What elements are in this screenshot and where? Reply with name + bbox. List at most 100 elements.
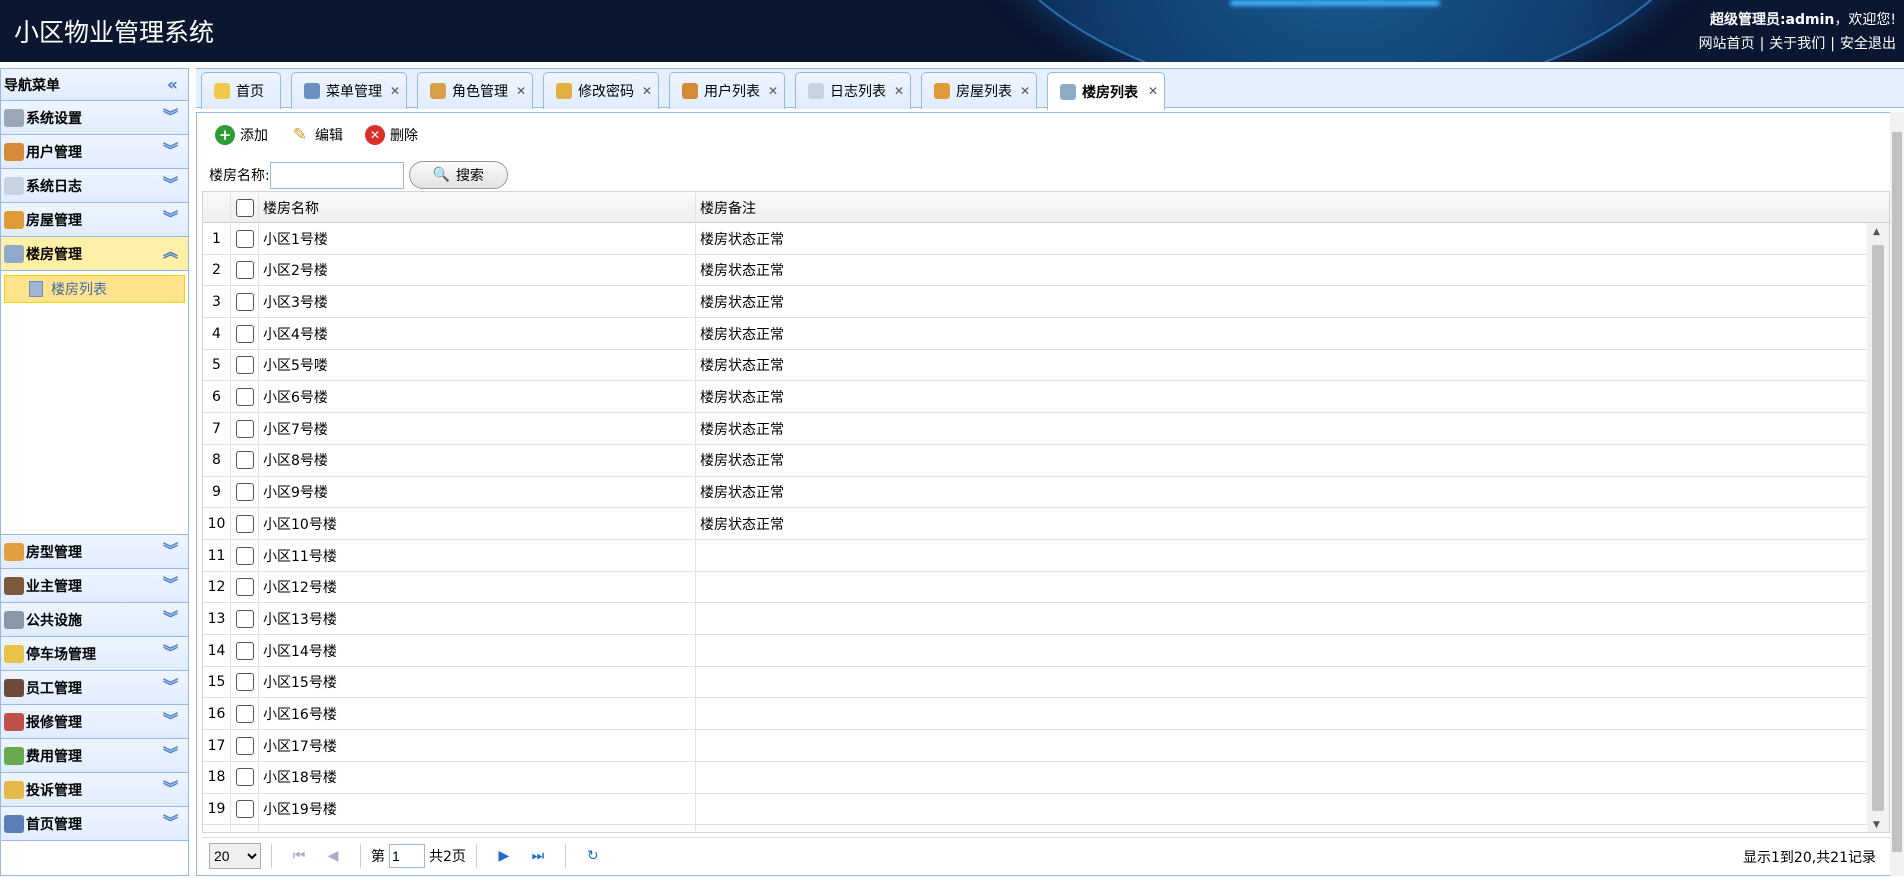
row-checkbox[interactable] bbox=[236, 768, 254, 787]
sidebar-item-building-list[interactable]: 楼房列表 bbox=[4, 275, 185, 303]
last-page-icon[interactable]: ⏭ bbox=[527, 845, 549, 867]
table-row[interactable]: 16 小区16号楼 bbox=[203, 699, 1869, 731]
column-header-remark[interactable]: 楼房备注 bbox=[700, 192, 756, 223]
tab-password[interactable]: 修改密码 ✕ bbox=[543, 72, 659, 109]
edit-button[interactable]: ✎ 编辑 bbox=[290, 125, 343, 145]
table-row[interactable]: 5 小区5号喽 楼房状态正常 bbox=[203, 350, 1869, 382]
chevron-down-icon[interactable]: ︾ bbox=[163, 712, 178, 728]
table-row[interactable]: 4 小区4号楼 楼房状态正常 bbox=[203, 318, 1869, 350]
chevron-down-icon[interactable]: ︾ bbox=[163, 678, 178, 694]
row-checkbox[interactable] bbox=[236, 546, 254, 565]
row-checkbox[interactable] bbox=[236, 641, 254, 660]
tab-role[interactable]: 角色管理 ✕ bbox=[417, 72, 533, 109]
row-checkbox[interactable] bbox=[236, 483, 254, 502]
row-checkbox[interactable] bbox=[236, 736, 254, 755]
sidebar-item-employee[interactable]: 员工管理 ︾ bbox=[1, 671, 188, 705]
column-header-name[interactable]: 楼房名称 bbox=[263, 192, 319, 223]
tab-building-list[interactable]: 楼房列表 ✕ bbox=[1047, 72, 1165, 110]
sidebar-item-repair[interactable]: 报修管理 ︾ bbox=[1, 705, 188, 739]
close-tab-icon[interactable]: ✕ bbox=[768, 84, 778, 98]
sidebar-item-complaint[interactable]: 投诉管理 ︾ bbox=[1, 773, 188, 807]
sidebar-item-homepage[interactable]: 首页管理 ︾ bbox=[1, 807, 188, 841]
close-tab-icon[interactable]: ✕ bbox=[1148, 84, 1158, 98]
chevron-down-icon[interactable]: ︾ bbox=[163, 780, 178, 796]
scroll-up-icon[interactable]: ▲ bbox=[1873, 227, 1880, 237]
page-scroll-thumb[interactable] bbox=[1892, 132, 1902, 852]
search-button[interactable]: 🔍 搜索 bbox=[408, 161, 508, 189]
sidebar-item-gear[interactable]: 系统设置 ︾ bbox=[1, 101, 188, 135]
building-name-input[interactable] bbox=[269, 161, 404, 189]
row-checkbox[interactable] bbox=[236, 451, 254, 470]
table-row[interactable]: 6 小区6号楼 楼房状态正常 bbox=[203, 382, 1869, 414]
close-tab-icon[interactable]: ✕ bbox=[894, 84, 904, 98]
close-tab-icon[interactable]: ✕ bbox=[516, 84, 526, 98]
tab-user-list[interactable]: 用户列表 ✕ bbox=[669, 72, 785, 109]
sidebar-item-owner[interactable]: 业主管理 ︾ bbox=[1, 569, 188, 603]
sidebar-item-key[interactable]: 停车场管理 ︾ bbox=[1, 637, 188, 671]
row-checkbox[interactable] bbox=[236, 578, 254, 597]
sidebar-item-tools[interactable]: 公共设施 ︾ bbox=[1, 603, 188, 637]
row-checkbox[interactable] bbox=[236, 261, 254, 280]
row-checkbox[interactable] bbox=[236, 324, 254, 343]
tab-doc[interactable]: 日志列表 ✕ bbox=[795, 72, 911, 109]
row-checkbox[interactable] bbox=[236, 356, 254, 375]
sidebar-item-money[interactable]: 费用管理 ︾ bbox=[1, 739, 188, 773]
table-row[interactable]: 13 小区13号楼 bbox=[203, 603, 1869, 636]
row-checkbox[interactable] bbox=[236, 673, 254, 692]
scroll-down-icon[interactable]: ▼ bbox=[1873, 820, 1880, 830]
table-row[interactable]: 8 小区8号楼 楼房状态正常 bbox=[203, 445, 1869, 477]
grid-scrollbar[interactable]: ▲ ▼ bbox=[1867, 223, 1889, 832]
chevron-down-icon[interactable]: ︾ bbox=[163, 142, 178, 158]
row-checkbox[interactable] bbox=[236, 229, 254, 248]
tab-house-list[interactable]: 房屋列表 ✕ bbox=[921, 72, 1037, 109]
tab-bulb[interactable]: 首页 bbox=[201, 72, 281, 109]
chevron-down-icon[interactable]: ︾ bbox=[163, 542, 178, 558]
table-row[interactable]: 19 小区19号楼 bbox=[203, 794, 1869, 826]
table-row[interactable]: 17 小区17号楼 bbox=[203, 730, 1869, 762]
table-row[interactable]: 9 小区9号楼 楼房状态正常 bbox=[203, 477, 1869, 509]
link-site-home[interactable]: 网站首页 bbox=[1699, 36, 1755, 52]
chevron-down-icon[interactable]: ︾ bbox=[163, 176, 178, 192]
row-checkbox[interactable] bbox=[236, 388, 254, 406]
table-row[interactable]: 7 小区7号楼 楼房状态正常 bbox=[203, 413, 1869, 445]
table-row[interactable]: 11 小区11号楼 bbox=[203, 540, 1869, 572]
delete-button[interactable]: ✕ 删除 bbox=[365, 125, 418, 145]
chevron-down-icon[interactable]: ︾ bbox=[163, 644, 178, 660]
refresh-icon[interactable]: ↻ bbox=[582, 845, 604, 867]
page-size-select[interactable]: 20 bbox=[209, 842, 261, 869]
link-logout[interactable]: 安全退出 bbox=[1840, 36, 1896, 52]
chevron-down-icon[interactable]: ︾ bbox=[163, 814, 178, 830]
scroll-thumb[interactable] bbox=[1872, 245, 1884, 811]
page-number-input[interactable] bbox=[389, 843, 425, 868]
link-about[interactable]: 关于我们 bbox=[1769, 36, 1825, 52]
table-row[interactable]: 1 小区1号楼 楼房状态正常 bbox=[203, 223, 1869, 255]
row-checkbox[interactable] bbox=[236, 419, 254, 438]
sidebar-item-users[interactable]: 用户管理 ︾ bbox=[1, 135, 188, 169]
table-row[interactable]: 18 小区18号楼 bbox=[203, 762, 1869, 794]
tab-menu-tree[interactable]: 菜单管理 ✕ bbox=[291, 72, 407, 109]
sidebar-item-house[interactable]: 房屋管理 ︾ bbox=[1, 203, 188, 237]
table-row[interactable]: 3 小区3号楼 楼房状态正常 bbox=[203, 286, 1869, 319]
chevron-down-icon[interactable]: ︾ bbox=[163, 210, 178, 226]
chevron-down-icon[interactable]: ︾ bbox=[163, 576, 178, 592]
close-tab-icon[interactable]: ✕ bbox=[1020, 84, 1030, 98]
sidebar-item-house-type[interactable]: 房型管理 ︾ bbox=[1, 535, 188, 569]
collapse-sidebar-icon[interactable]: « bbox=[167, 75, 178, 95]
close-tab-icon[interactable]: ✕ bbox=[642, 84, 652, 98]
prev-page-icon[interactable]: ◀ bbox=[322, 845, 344, 867]
select-all-checkbox[interactable] bbox=[236, 198, 254, 217]
row-checkbox[interactable] bbox=[236, 705, 254, 723]
next-page-icon[interactable]: ▶ bbox=[493, 845, 515, 867]
row-checkbox[interactable] bbox=[236, 292, 254, 311]
chevron-up-icon[interactable]: ︽ bbox=[163, 244, 178, 260]
close-tab-icon[interactable]: ✕ bbox=[390, 84, 400, 98]
chevron-down-icon[interactable]: ︾ bbox=[163, 610, 178, 626]
table-row[interactable]: 14 小区14号楼 bbox=[203, 635, 1869, 667]
first-page-icon[interactable]: ⏮ bbox=[288, 845, 310, 867]
table-row[interactable]: 2 小区2号楼 楼房状态正常 bbox=[203, 255, 1869, 287]
chevron-down-icon[interactable]: ︾ bbox=[163, 108, 178, 124]
sidebar-item-building[interactable]: 楼房管理 ︽ bbox=[1, 237, 188, 271]
sidebar-item-log[interactable]: 系统日志 ︾ bbox=[1, 169, 188, 203]
row-checkbox[interactable] bbox=[236, 514, 254, 533]
row-checkbox[interactable] bbox=[236, 800, 254, 819]
